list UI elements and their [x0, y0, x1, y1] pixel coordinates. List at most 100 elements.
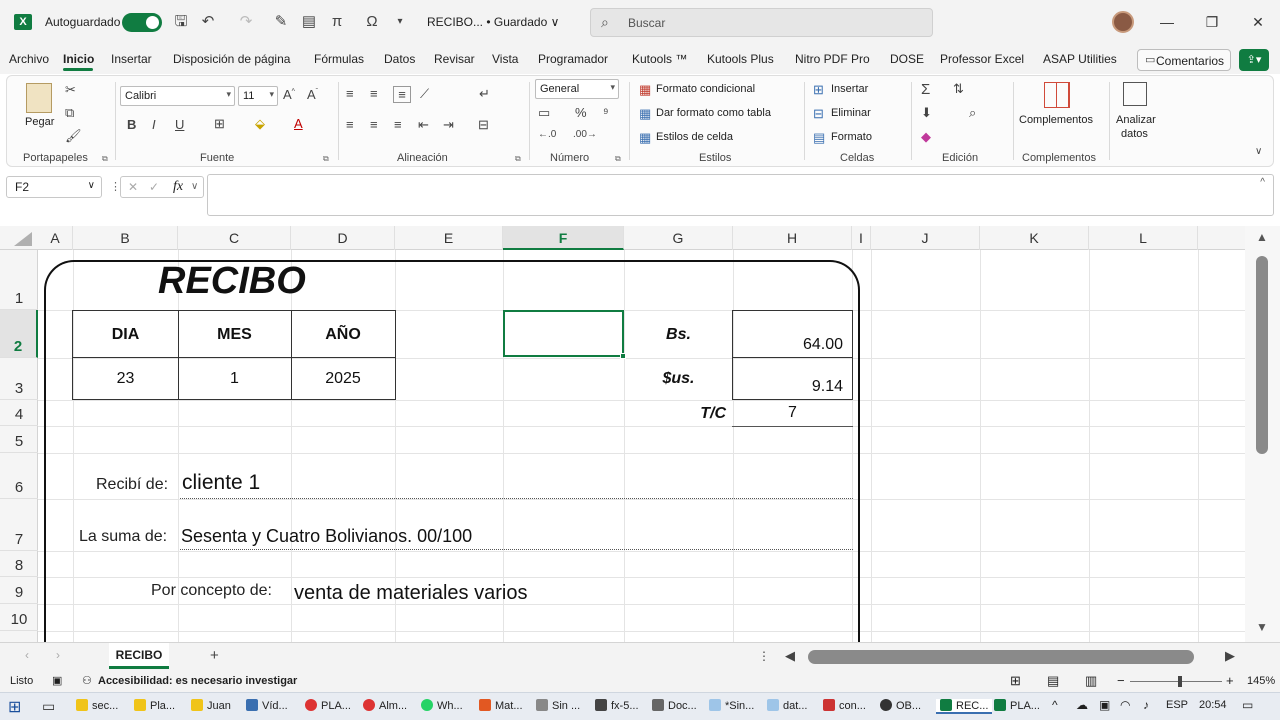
analyze-data-button[interactable]: Analizar: [1116, 114, 1156, 126]
value-dia[interactable]: 23: [73, 370, 178, 388]
row-header-1[interactable]: 1: [0, 250, 38, 310]
tab-nitro-pdf[interactable]: Nitro PDF Pro: [795, 52, 870, 66]
redo-icon[interactable]: ↷: [236, 12, 256, 32]
copy-icon[interactable]: ⧉: [65, 105, 74, 121]
horizontal-scroll-thumb[interactable]: [808, 650, 1194, 664]
font-size-select[interactable]: 11 ▾: [238, 86, 278, 106]
font-color-icon[interactable]: A: [294, 116, 303, 131]
column-header-g[interactable]: G: [624, 226, 733, 250]
row-header-10[interactable]: 10: [0, 604, 38, 631]
merge-center-icon[interactable]: ⊟: [478, 117, 489, 133]
row-header-4[interactable]: 4: [0, 400, 38, 426]
format-as-table-button[interactable]: Dar formato como tabla: [656, 107, 771, 119]
delete-cells-button[interactable]: Eliminar: [831, 107, 871, 119]
formula-input[interactable]: ^: [207, 174, 1274, 216]
autosave-toggle[interactable]: [122, 13, 162, 32]
name-box[interactable]: F2 ∨: [6, 176, 102, 198]
align-top-icon[interactable]: ≡: [346, 86, 354, 101]
value-bs[interactable]: 64.00: [733, 336, 843, 354]
collapse-formula-icon[interactable]: ^: [1260, 177, 1265, 188]
task-view-icon[interactable]: ▭: [42, 698, 55, 715]
align-left-icon[interactable]: ≡: [346, 117, 354, 132]
selected-cell-f2[interactable]: [503, 310, 626, 359]
cut-icon[interactable]: ✂: [65, 82, 76, 98]
taskbar-item[interactable]: *Sin...: [709, 699, 754, 712]
tab-inicio[interactable]: Inicio: [63, 52, 94, 66]
row-header-5[interactable]: 5: [0, 426, 38, 453]
comma-style-icon[interactable]: ⁹: [603, 105, 609, 120]
increase-font-icon[interactable]: A^: [283, 87, 295, 102]
row-header-7[interactable]: 7: [0, 499, 38, 551]
insert-function-icon[interactable]: fx: [173, 179, 183, 195]
taskbar-item[interactable]: Pla...: [134, 699, 175, 712]
zoom-in-icon[interactable]: +: [1226, 673, 1234, 688]
tab-dose[interactable]: DOSE: [890, 52, 924, 66]
row-header-6[interactable]: 6: [0, 453, 38, 499]
clock[interactable]: 20:54: [1199, 699, 1227, 711]
align-center-icon[interactable]: ≡: [370, 117, 378, 132]
sort-filter-icon[interactable]: ⇅: [953, 81, 964, 97]
taskbar-item[interactable]: dat...: [767, 699, 807, 712]
cloud-icon[interactable]: ☁: [1076, 698, 1088, 712]
accessibility-status[interactable]: Accesibilidad: es necesario investigar: [98, 675, 297, 687]
scroll-up-icon[interactable]: ▲: [1256, 230, 1268, 244]
align-middle-icon[interactable]: ≡: [370, 86, 378, 101]
sheet-tab-recibo[interactable]: RECIBO: [109, 643, 169, 669]
zoom-out-icon[interactable]: −: [1117, 673, 1125, 688]
underline-icon[interactable]: U: [175, 117, 184, 132]
customize-toolbar-icon[interactable]: ▾: [390, 12, 410, 32]
row-header-2[interactable]: 2: [0, 310, 38, 358]
percent-icon[interactable]: %: [575, 105, 587, 120]
value-suma[interactable]: Sesenta y Cuatro Bolivianos. 00/100: [181, 526, 472, 547]
tab-revisar[interactable]: Revisar: [434, 52, 475, 66]
comments-button[interactable]: ▭ Comentarios: [1137, 49, 1231, 71]
taskbar-item[interactable]: PLA...: [305, 699, 351, 712]
page-break-icon[interactable]: ▥: [1085, 673, 1097, 689]
tab-kutools-plus[interactable]: Kutools Plus: [707, 52, 774, 66]
tab-vista[interactable]: Vista: [492, 52, 518, 66]
taskbar-item-active[interactable]: REC...: [936, 699, 993, 714]
vertical-scrollbar[interactable]: ▲ ▼: [1245, 226, 1280, 642]
bold-icon[interactable]: B: [127, 117, 136, 132]
column-header-h[interactable]: H: [733, 226, 852, 250]
paste-button[interactable]: Pegar: [25, 116, 54, 128]
taskbar-item[interactable]: Wh...: [421, 699, 463, 712]
column-header-a[interactable]: A: [38, 226, 73, 250]
taskbar-item[interactable]: Víd...: [246, 699, 288, 712]
row-header-8[interactable]: 8: [0, 551, 38, 577]
omega-symbol-icon[interactable]: Ω: [362, 12, 382, 32]
windows-start-icon[interactable]: ⊞: [8, 697, 21, 717]
column-header-k[interactable]: K: [980, 226, 1089, 250]
print-preview-icon[interactable]: ▤: [299, 12, 319, 32]
taskbar-item[interactable]: con...: [823, 699, 866, 712]
accessibility-icon[interactable]: ⚇: [82, 674, 92, 687]
clear-icon[interactable]: ◆: [921, 129, 931, 145]
font-name-select[interactable]: Calibri ▾: [120, 86, 235, 106]
orientation-icon[interactable]: ⟋: [420, 86, 429, 102]
taskbar-item[interactable]: Doc...: [652, 699, 697, 712]
minimize-icon[interactable]: —: [1155, 10, 1179, 34]
volume-icon[interactable]: ♪: [1143, 698, 1149, 712]
taskbar-item[interactable]: Mat...: [479, 699, 523, 712]
accounting-format-icon[interactable]: ▭: [538, 105, 550, 121]
fill-icon[interactable]: ⬇: [921, 105, 932, 121]
value-tc[interactable]: 7: [733, 404, 852, 422]
fill-handle[interactable]: [620, 353, 626, 359]
decrease-decimal-icon[interactable]: .00→: [573, 129, 597, 140]
taskbar-item[interactable]: fx-5...: [595, 699, 639, 712]
taskbar-item[interactable]: Sin ...: [536, 699, 580, 712]
tab-programador[interactable]: Programador: [538, 52, 608, 66]
align-right-icon[interactable]: ≡: [394, 117, 402, 132]
format-painter-icon[interactable]: 🖌: [65, 128, 82, 144]
tab-insertar[interactable]: Insertar: [111, 52, 152, 66]
scroll-right-icon[interactable]: ▶: [1225, 648, 1235, 664]
save-icon[interactable]: 🖫: [171, 12, 191, 32]
avatar[interactable]: [1112, 11, 1134, 33]
share-button[interactable]: ⇪▾: [1239, 49, 1269, 71]
language-indicator[interactable]: ESP: [1166, 699, 1188, 711]
find-select-icon[interactable]: ⌕: [969, 105, 976, 121]
notifications-icon[interactable]: ▭: [1242, 698, 1253, 712]
form-icon[interactable]: ✎: [271, 12, 291, 32]
prev-sheet-icon[interactable]: ‹: [25, 648, 29, 662]
tab-disposicion[interactable]: Disposición de página: [173, 52, 290, 66]
